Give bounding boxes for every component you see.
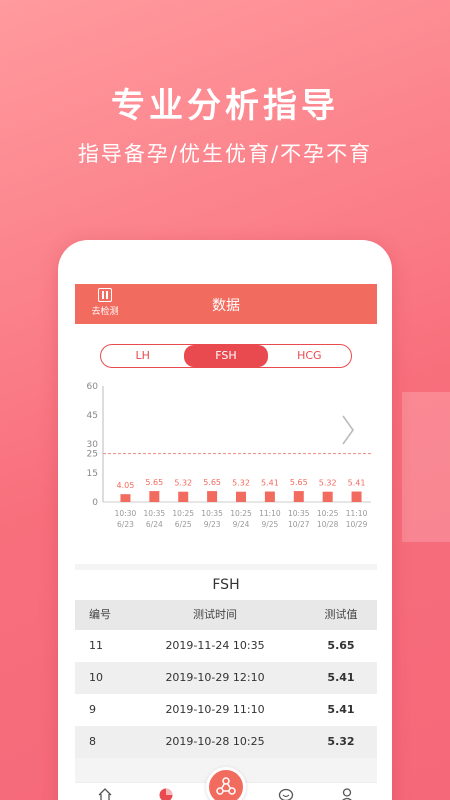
table-row[interactable]: 9 2019-10-29 11:10 5.41	[75, 694, 377, 726]
home-icon	[98, 788, 112, 800]
tab-fsh[interactable]: FSH	[184, 345, 268, 367]
bar-value-label: 5.32	[232, 479, 250, 488]
nav-profile[interactable]: 我的	[317, 783, 377, 800]
bar-value-label: 5.32	[319, 479, 337, 488]
x-tick-date: 6/23	[117, 520, 134, 529]
x-tick-date: 6/24	[146, 520, 163, 529]
fsh-bar-chart: 0 15 2530 45 60 4.05 10:30 6/23 5.65 10:35 6/24 5.3…	[87, 382, 371, 529]
row-id: 11	[89, 639, 103, 652]
profile-icon	[341, 788, 352, 800]
bar	[120, 494, 131, 502]
table-row[interactable]: 11 2019-11-24 10:35 5.65	[75, 630, 377, 662]
bar	[149, 491, 160, 502]
x-tick-date: 10/27	[288, 520, 310, 529]
row-value: 5.32	[327, 735, 355, 748]
app-header: 去检测 数据	[75, 284, 377, 324]
x-tick-date: 9/24	[233, 520, 250, 529]
x-tick-time: 11:10	[259, 509, 281, 518]
x-tick-date: 10/28	[317, 520, 339, 529]
nav-consult[interactable]: 咨询	[256, 783, 316, 800]
x-tick-date: 9/23	[204, 520, 221, 529]
tab-hcg[interactable]: HCG	[268, 345, 351, 367]
row-id: 9	[89, 703, 96, 716]
x-tick-time: 10:30	[115, 509, 137, 518]
nav-detect[interactable]: 检测	[196, 767, 256, 800]
chart-card: LH FSH HCG 0 15 25 30 45 60 4.05 10:30 6/23 5.65 1…	[75, 324, 377, 564]
promo-subline: 指导备孕/优生优育/不孕不育	[77, 142, 373, 166]
y-tick-label: 60	[87, 382, 99, 392]
x-tick-time: 11:10	[346, 509, 368, 518]
detect-icon	[216, 777, 236, 795]
x-tick-date: 10/29	[346, 520, 368, 529]
row-id: 10	[89, 671, 103, 684]
y-tick-label: 15	[87, 469, 98, 479]
decorative-shape	[402, 392, 450, 542]
nav-home[interactable]: 首页	[75, 783, 135, 800]
table-row[interactable]: 10 2019-10-29 12:10 5.41	[75, 662, 377, 694]
row-time: 2019-10-28 10:25	[165, 735, 265, 748]
header-id: 编号	[89, 608, 111, 621]
bar	[178, 491, 189, 502]
bar-value-label: 5.65	[203, 478, 221, 487]
y-tick-label: 45	[87, 411, 98, 421]
x-tick-date: 6/25	[175, 520, 192, 529]
x-tick-time: 10:25	[172, 509, 194, 518]
bar	[351, 491, 362, 502]
results-table: FSH 编号 测试时间 测试值 11 2019-11-24 10:35 5.65…	[75, 570, 377, 758]
row-time: 2019-10-29 12:10	[165, 671, 265, 684]
bar	[293, 491, 304, 502]
x-tick-time: 10:25	[230, 509, 252, 518]
x-tick-time: 10:35	[201, 509, 223, 518]
row-value: 5.41	[327, 703, 355, 716]
bar-value-label: 4.05	[117, 481, 135, 490]
hormone-tabs: LH FSH HCG	[100, 344, 352, 368]
tab-lh[interactable]: LH	[101, 345, 184, 367]
chevron-right-icon[interactable]	[342, 415, 354, 445]
bar	[207, 491, 218, 502]
bar-value-label: 5.32	[174, 479, 192, 488]
x-tick-time: 10:35	[288, 509, 310, 518]
row-value: 5.65	[327, 639, 355, 652]
x-tick-time: 10:25	[317, 509, 339, 518]
table-title: FSH	[212, 577, 240, 593]
promo-headline: 专业分析指导	[111, 86, 339, 126]
chart-icon	[159, 788, 173, 800]
chat-icon	[279, 788, 294, 800]
header-time: 测试时间	[193, 608, 237, 621]
app-screen: 去检测 数据 LH FSH HCG 0 15 25 30 45 60 4.05 10:30 6/…	[75, 284, 377, 800]
table-header: 编号 测试时间 测试值	[75, 600, 377, 630]
bottom-nav: 首页 数据 检测 咨询 我的	[75, 767, 377, 800]
bar-value-label: 5.65	[145, 478, 163, 487]
y-tick-label: 0	[92, 498, 98, 508]
table-row[interactable]: 8 2019-10-28 10:25 5.32	[75, 726, 377, 758]
bar-value-label: 5.41	[261, 479, 279, 488]
row-time: 2019-11-24 10:35	[165, 639, 265, 652]
bar	[322, 491, 333, 502]
phone-mockup: 去检测 数据 LH FSH HCG 0 15 25 30 45 60 4.05 10:30 6/…	[58, 240, 392, 800]
header-value: 测试值	[324, 608, 358, 621]
bar	[264, 491, 275, 502]
y-tick-label: 25	[87, 450, 98, 460]
x-tick-time: 10:35	[144, 509, 166, 518]
x-tick-date: 9/25	[261, 520, 278, 529]
page-title: 数据	[212, 298, 240, 314]
y-tick-label: 30	[87, 440, 99, 450]
bar-value-label: 5.41	[348, 479, 366, 488]
bar	[236, 491, 246, 502]
nav-data[interactable]: 数据	[135, 783, 195, 800]
bar-value-label: 5.65	[290, 478, 308, 487]
row-time: 2019-10-29 11:10	[165, 703, 265, 716]
row-value: 5.41	[327, 671, 355, 684]
detect-center-button[interactable]	[206, 767, 247, 800]
row-id: 8	[89, 735, 96, 748]
